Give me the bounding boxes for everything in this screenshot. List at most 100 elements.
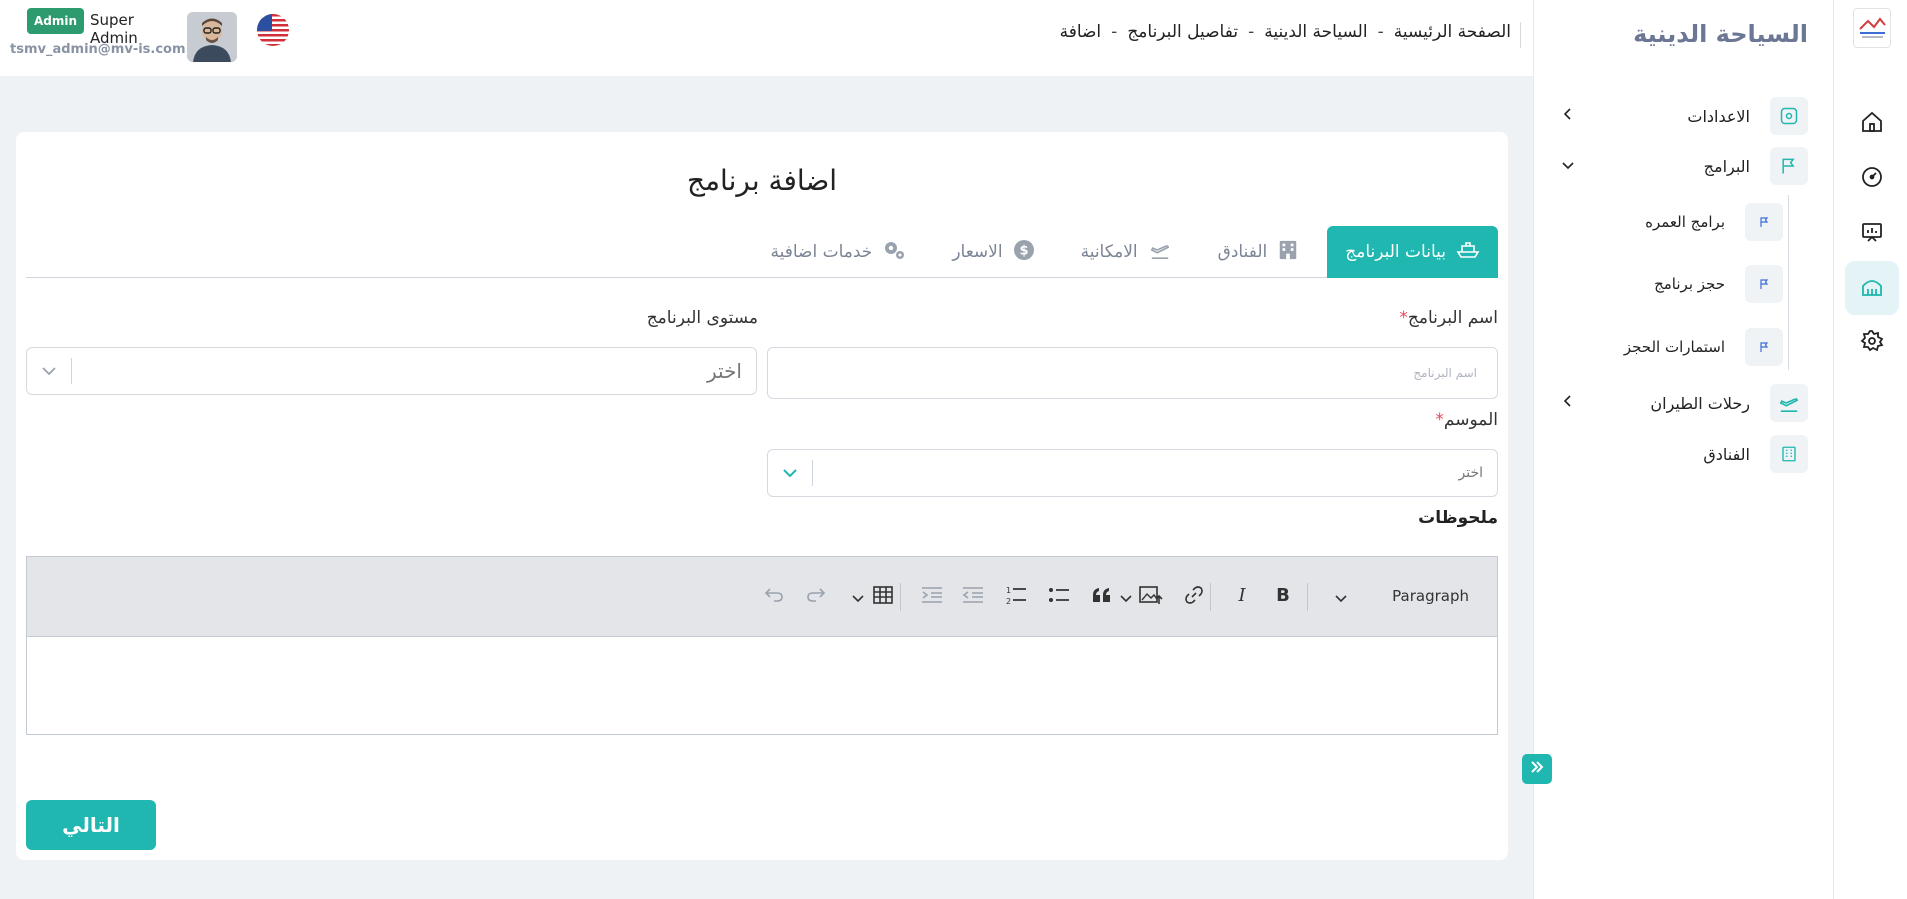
sidebar-subitem-label: استمارات الحجز [1623, 338, 1725, 356]
table-dropdown-button[interactable] [844, 583, 872, 611]
paragraph-dropdown-button[interactable] [1327, 583, 1355, 611]
program-name-input[interactable]: اسم البرنامج [767, 347, 1498, 399]
tab-program-data[interactable]: بيانات البرنامج [1327, 226, 1498, 278]
sidebar-subitem-book-program[interactable]: حجز برنامج [1563, 265, 1783, 303]
outdent-icon [962, 586, 984, 608]
breadcrumb-program-details[interactable]: تفاصيل البرنامج [1127, 22, 1238, 42]
home-icon [1860, 110, 1884, 138]
breadcrumb-home[interactable]: الصفحة الرئيسية [1394, 22, 1511, 42]
editor-toolbar: Paragraph B I 1 2 [27, 557, 1497, 637]
sidebar-item-programs[interactable]: البرامج [1558, 146, 1808, 186]
toolbar-separator [900, 583, 901, 611]
insert-table-button[interactable] [869, 583, 897, 611]
breadcrumb-religious-tourism[interactable]: السياحة الدينية [1264, 22, 1367, 42]
sidebar: السياحة الدينية الاعدادات البرامج برامج … [1533, 0, 1833, 899]
header-divider [1520, 22, 1521, 48]
rail-settings[interactable] [1845, 316, 1899, 370]
rail-religious-tourism[interactable] [1845, 261, 1899, 315]
flag-icon [1770, 147, 1808, 185]
tab-hotels[interactable]: الفنادق [1200, 226, 1318, 278]
breadcrumb-current: اضافة [1059, 22, 1102, 42]
breadcrumb: الصفحة الرئيسية - السياحة الدينية - تفاص… [1060, 22, 1511, 42]
plane-icon [1148, 240, 1172, 265]
indent-button[interactable] [918, 583, 946, 611]
rail-home[interactable] [1845, 97, 1899, 151]
building-icon [1277, 239, 1299, 266]
undo-icon [764, 587, 784, 607]
select-divider [71, 358, 72, 384]
indent-icon [921, 586, 943, 608]
breadcrumb-separator: - [1377, 22, 1384, 42]
sidebar-item-hotels[interactable]: الفنادق [1558, 434, 1808, 474]
blockquote-button[interactable] [1088, 583, 1116, 611]
sidebar-item-settings[interactable]: الاعدادات [1558, 96, 1808, 136]
program-level-select[interactable]: اختر [26, 347, 757, 395]
dashboard-gauge-icon [1860, 165, 1884, 193]
sidebar-item-flights[interactable]: رحلات الطيران [1558, 383, 1808, 423]
tab-label: بيانات البرنامج [1345, 242, 1446, 262]
bulleted-list-icon [1048, 586, 1070, 608]
editor-content-area[interactable] [27, 637, 1497, 734]
program-name-label: اسم البرنامج* [1399, 308, 1498, 328]
link-button[interactable] [1180, 583, 1208, 611]
undo-button[interactable] [760, 583, 788, 611]
outdent-button[interactable] [959, 583, 987, 611]
logo-icon[interactable] [1853, 8, 1891, 48]
mosque-icon [1859, 274, 1885, 302]
svg-text:2: 2 [1006, 597, 1011, 605]
season-select[interactable]: اختر [767, 449, 1498, 497]
quote-icon [1092, 587, 1112, 607]
flag-small-icon [1745, 265, 1783, 303]
flag-small-icon [1745, 328, 1783, 366]
numbered-list-icon: 12 [1005, 585, 1027, 609]
numbered-list-button[interactable]: 12 [1002, 583, 1030, 611]
chevron-left-icon [1558, 395, 1578, 411]
breadcrumb-separator: - [1111, 22, 1118, 42]
language-flag-icon[interactable] [257, 14, 289, 46]
image-upload-icon [1139, 585, 1163, 609]
sidebar-item-label: رحلات الطيران [1650, 393, 1750, 413]
tab-availability[interactable]: الامكانية [1063, 226, 1190, 278]
image-dropdown-button[interactable] [1112, 583, 1140, 611]
chevron-down-icon [27, 366, 71, 376]
program-level-value: اختر [707, 359, 742, 383]
sidebar-item-label: الاعدادات [1687, 106, 1750, 126]
settings-icon [1860, 329, 1884, 357]
sidebar-subitem-umrah-programs[interactable]: برامج العمره [1563, 203, 1783, 241]
program-name-placeholder: اسم البرنامج [1413, 366, 1477, 380]
link-icon [1184, 585, 1204, 609]
sidebar-title: السياحة الدينية [1633, 20, 1808, 48]
icon-rail [1833, 0, 1907, 899]
expand-sidebar-button[interactable] [1522, 754, 1552, 784]
double-chevron-right-icon [1529, 759, 1545, 779]
bold-button[interactable]: B [1269, 583, 1297, 611]
bulleted-list-button[interactable] [1045, 583, 1073, 611]
sidebar-item-label: البرامج [1703, 156, 1750, 176]
select-divider [812, 460, 813, 486]
tab-prices[interactable]: $ الاسعار [934, 226, 1052, 278]
insert-image-button[interactable] [1137, 583, 1165, 611]
chevron-down-icon [852, 588, 864, 607]
redo-button[interactable] [802, 583, 830, 611]
role-badge: Admin [27, 8, 85, 34]
tab-label: الاسعار [952, 242, 1003, 262]
rail-presentation[interactable] [1845, 207, 1899, 261]
tab-label: الفنادق [1217, 242, 1268, 262]
label-text: الموسم [1443, 410, 1498, 430]
flag-small-icon [1745, 203, 1783, 241]
paragraph-format-select[interactable]: Paragraph [1392, 587, 1469, 605]
rail-dashboard[interactable] [1845, 152, 1899, 206]
chevron-down-icon [1335, 588, 1347, 607]
svg-text:I: I [1237, 586, 1246, 604]
avatar[interactable] [187, 12, 237, 62]
sidebar-subitem-booking-forms[interactable]: استمارات الحجز [1563, 328, 1783, 366]
submenu-guide-line [1788, 195, 1789, 370]
italic-button[interactable]: I [1228, 583, 1256, 611]
dollar-icon: $ [1013, 239, 1035, 266]
chevron-down-icon [768, 468, 812, 478]
next-button[interactable]: التالي [26, 800, 156, 850]
tab-extra-services[interactable]: خدمات اضافية [752, 226, 924, 278]
user-info[interactable]: Admin Super Admin tsmv_admin@mv-is.com [10, 8, 186, 60]
table-icon [873, 586, 893, 608]
gear-icon [1770, 97, 1808, 135]
